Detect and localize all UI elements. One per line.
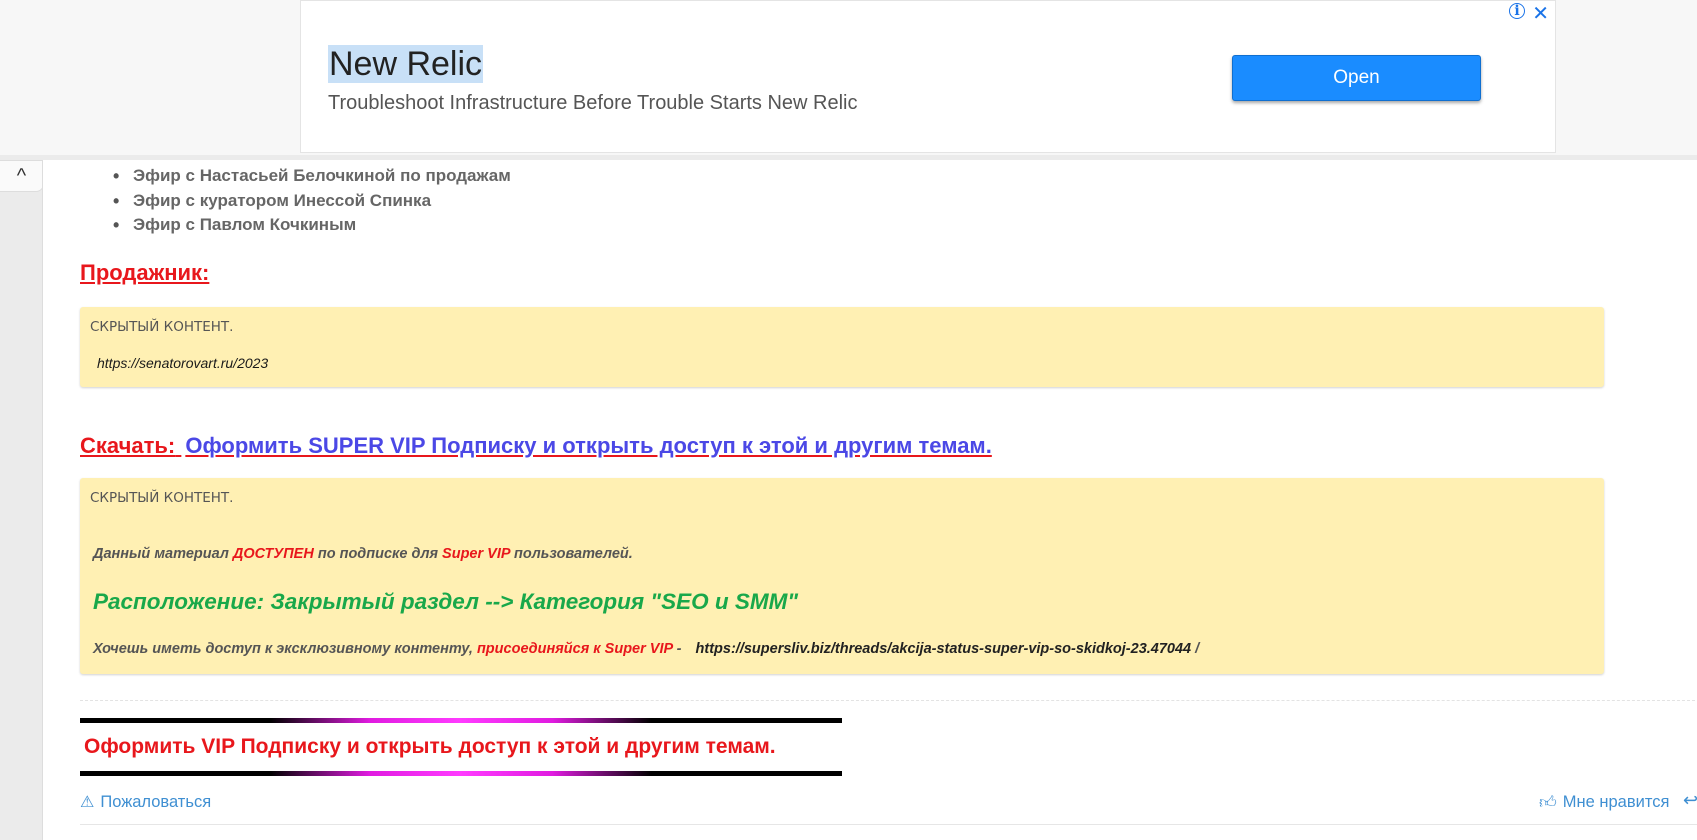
location-text: Расположение: Закрытый раздел --> Катего… [93, 589, 798, 614]
warning-icon: ⚠ [80, 794, 95, 811]
gradient-bar [80, 718, 842, 723]
seller-heading: Продажник: [80, 260, 210, 285]
hidden-content-box: СКРЫТЫЙ КОНТЕНТ. Данный материал ДОСТУПЕ… [80, 478, 1604, 674]
list-item: Эфир с Павлом Кочкиным [80, 213, 511, 238]
join-text: Хочешь иметь доступ к эксклюзивному конт… [93, 641, 477, 657]
super-vip-url[interactable]: https://supersliv.biz/threads/akcija-sta… [696, 641, 1192, 657]
hidden-content-box: СКРЫТЫЙ КОНТЕНТ. https://senatorovart.ru… [80, 307, 1604, 387]
super-vip-text: Super VIP [442, 546, 511, 562]
hidden-content-label: СКРЫТЫЙ КОНТЕНТ. [90, 319, 234, 335]
download-label: Скачать: [80, 433, 176, 458]
join-slash: / [1191, 641, 1200, 657]
efir-list: Эфир с Настасьей Белочкиной по продажам … [80, 164, 511, 238]
ad-banner[interactable]: New Relic Troubleshoot Infrastructure Be… [300, 0, 1556, 153]
ad-open-button[interactable]: Open [1232, 55, 1481, 101]
vip-banner-text[interactable]: Оформить VIP Подписку и открыть доступ к… [84, 735, 776, 759]
ad-banner-area: New Relic Troubleshoot Infrastructure Be… [0, 0, 1697, 155]
hidden-content-label: СКРЫТЫЙ КОНТЕНТ. [90, 490, 234, 506]
report-button[interactable]: ⚠ Пожаловаться [80, 792, 211, 812]
post-actions: ⚠ Пожаловаться 👍︎ Мне нравится ↩ [80, 790, 1697, 820]
report-label: Пожаловаться [100, 792, 212, 811]
seller-url[interactable]: https://senatorovart.ru/2023 [97, 355, 268, 371]
subscription-notice: Данный материал ДОСТУПЕН по подписке для… [93, 546, 633, 562]
gradient-bar [80, 771, 842, 776]
list-item: Эфир с Настасьей Белочкиной по продажам [80, 164, 511, 189]
notice-text: по подписке для [313, 546, 443, 562]
divider [80, 700, 1697, 701]
super-vip-link[interactable]: Оформить SUPER VIP Подписку и открыть до… [185, 433, 991, 458]
notice-text: Данный материал [93, 546, 233, 562]
reply-icon[interactable]: ↩ [1683, 790, 1697, 811]
post-panel: Эфир с Настасьей Белочкиной по продажам … [42, 160, 1697, 840]
available-text: ДОСТУПЕН [232, 546, 314, 562]
info-icon[interactable]: i [1509, 3, 1525, 19]
chevron-up-icon: ^ [16, 164, 27, 187]
join-notice: Хочешь иметь доступ к эксклюзивному конт… [93, 641, 1199, 657]
join-super-vip-link[interactable]: присоединяйся к Super VIP [477, 641, 673, 657]
list-item: Эфир с куратором Инессой Спинка [80, 189, 511, 214]
vip-banner[interactable]: Оформить VIP Подписку и открыть доступ к… [80, 718, 842, 776]
like-button[interactable]: 👍︎ Мне нравится [1539, 792, 1669, 813]
join-dash: - [672, 641, 686, 657]
scroll-up-tab[interactable]: ^ [0, 160, 44, 192]
divider [80, 824, 1697, 825]
ad-title[interactable]: New Relic [328, 45, 484, 83]
download-heading: Скачать: Оформить SUPER VIP Подписку и о… [80, 433, 992, 459]
notice-text: пользователей. [510, 546, 633, 562]
like-label: Мне нравится [1562, 793, 1670, 811]
reactions-bar-partial [82, 836, 482, 840]
close-icon[interactable]: ✕ [1532, 1, 1549, 25]
ad-subtitle[interactable]: Troubleshoot Infrastructure Before Troub… [328, 92, 858, 115]
thumbs-up-icon: 👍︎ [1539, 793, 1557, 812]
